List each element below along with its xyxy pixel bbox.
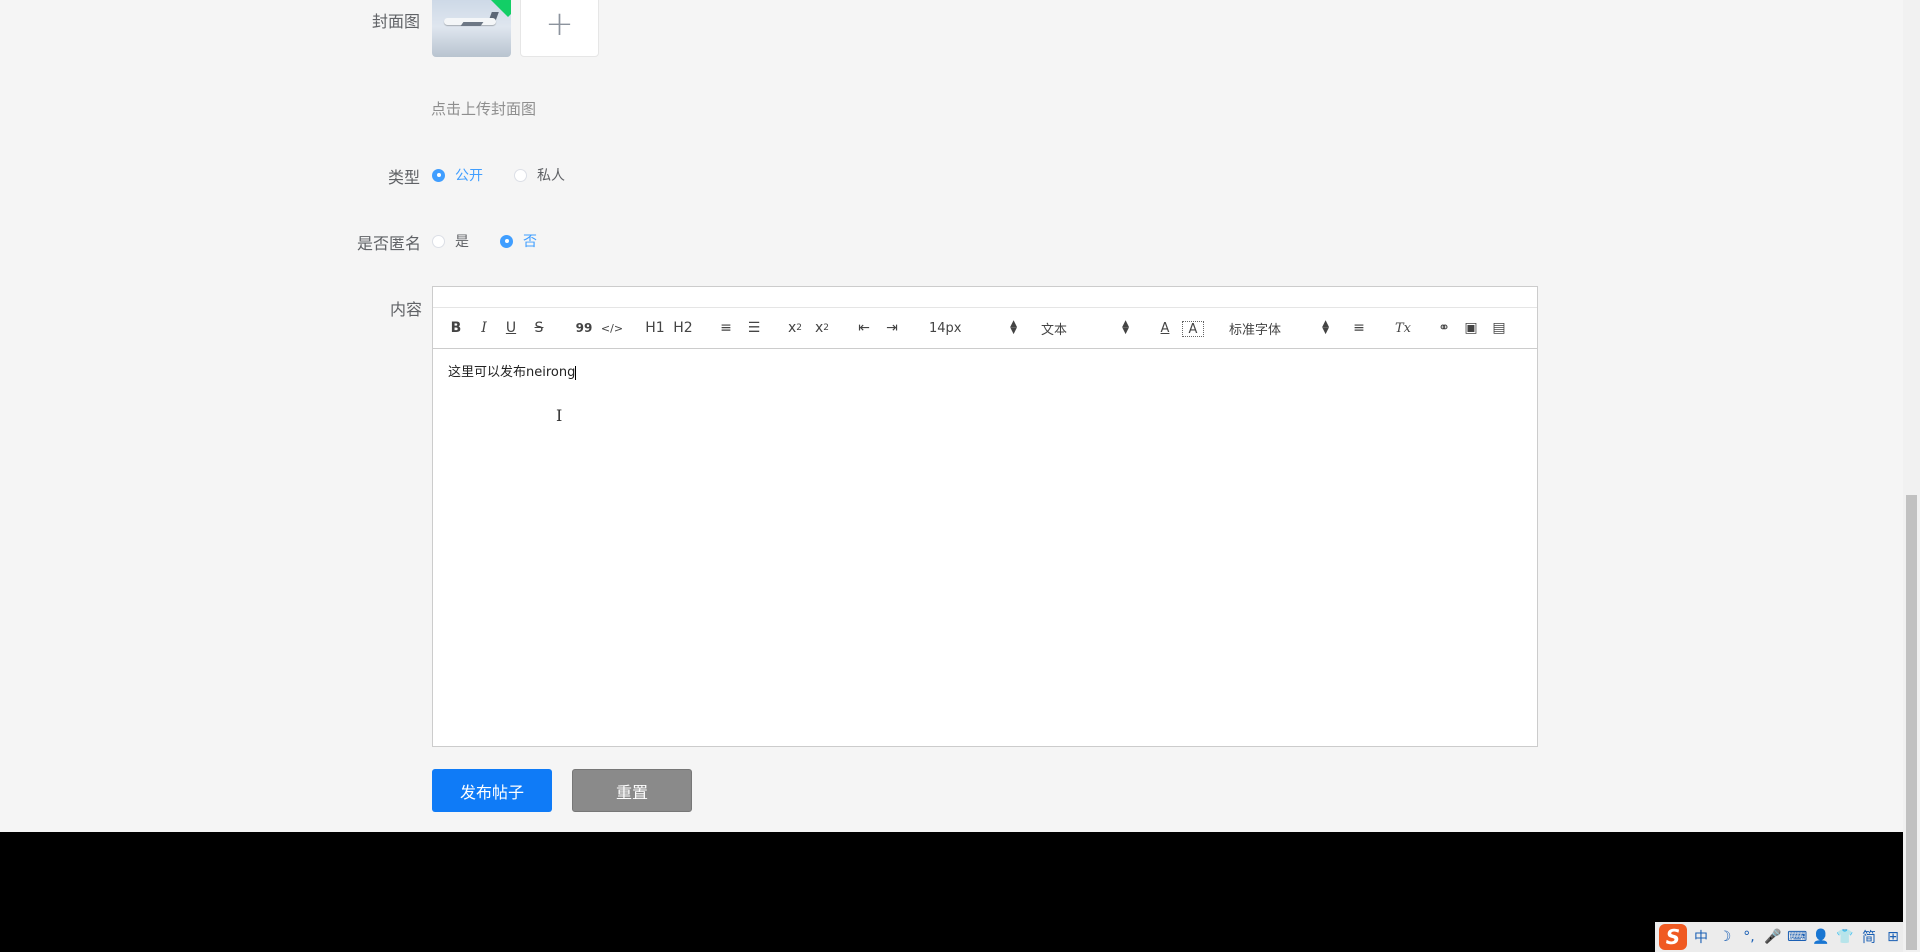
bold-button[interactable]: B	[446, 308, 466, 348]
select-arrows-icon: ▲ ▼	[1122, 319, 1129, 336]
radio-unchecked-icon	[432, 234, 445, 248]
ime-chinese-mode-icon[interactable]: 中	[1691, 927, 1711, 947]
type-radio-private[interactable]: 私人	[514, 165, 565, 185]
ime-punctuation-icon[interactable]: °,	[1739, 929, 1759, 945]
radio-checked-icon	[432, 168, 445, 182]
underline-button[interactable]: U	[501, 308, 521, 348]
link-button[interactable]: ⚭	[1433, 308, 1455, 348]
blockquote-button[interactable]: 99	[572, 308, 596, 348]
plus-icon: +	[545, 3, 574, 44]
cover-image-thumbnail[interactable]	[432, 0, 511, 57]
bullet-list-button[interactable]: ☰	[743, 308, 765, 348]
ime-simplified-icon[interactable]: 简	[1859, 927, 1879, 947]
cover-upload-button[interactable]: +	[520, 0, 599, 57]
code-block-button[interactable]: </>	[599, 308, 625, 348]
image-button[interactable]: ▣	[1460, 308, 1482, 348]
strike-button[interactable]: S	[529, 308, 549, 348]
scrollbar-thumb[interactable]	[1906, 495, 1917, 950]
editor-toolbar: B I U S 99 </> H1 H2 ≡ ☰ x2 x2 ⇤ ⇥ 14px …	[433, 308, 1537, 349]
subscript-button[interactable]: x2	[784, 308, 806, 348]
page-footer	[0, 832, 1903, 952]
font-family-picker[interactable]: 标准字体 ▲ ▼	[1229, 308, 1329, 348]
select-arrows-icon: ▲ ▼	[1010, 319, 1017, 336]
vertical-scrollbar[interactable]	[1903, 0, 1920, 952]
clean-format-button[interactable]: Tx	[1391, 308, 1415, 348]
text-caret	[575, 365, 577, 380]
ordered-list-button[interactable]: ≡	[715, 308, 737, 348]
indent-button[interactable]: ⇥	[881, 308, 903, 348]
ime-menu-icon[interactable]: ⊞	[1883, 929, 1903, 945]
cover-label: 封面图	[371, 12, 420, 31]
select-arrows-icon: ▲ ▼	[1322, 319, 1329, 336]
header-picker[interactable]: 文本 ▲ ▼	[1041, 308, 1129, 348]
ime-moon-icon[interactable]: ☽	[1715, 929, 1735, 945]
superscript-button[interactable]: x2	[811, 308, 833, 348]
anonymous-radio-no[interactable]: 否	[500, 231, 537, 251]
ime-microphone-icon[interactable]: 🎤	[1763, 929, 1783, 945]
ibeam-cursor-icon: I	[556, 406, 563, 425]
editor-content-text: 这里可以发布neirong	[448, 365, 576, 380]
outdent-button[interactable]: ⇤	[853, 308, 875, 348]
publish-post-button[interactable]: 发布帖子	[432, 769, 552, 812]
reset-button[interactable]: 重置	[572, 769, 692, 812]
italic-button[interactable]: I	[474, 308, 494, 348]
text-color-button[interactable]: A	[1155, 308, 1175, 348]
ime-toolbar: S 中 ☽ °, 🎤 ⌨ 👤 👕 简 ⊞	[1655, 922, 1903, 952]
content-label: 内容	[389, 300, 422, 319]
anonymous-radio-yes[interactable]: 是	[432, 231, 469, 251]
radio-checked-icon	[500, 234, 513, 248]
background-color-button[interactable]: A	[1182, 321, 1204, 337]
radio-unchecked-icon	[514, 168, 527, 182]
align-button[interactable]: ≡	[1348, 308, 1370, 348]
header-1-button[interactable]: H1	[643, 308, 667, 348]
type-radio-public[interactable]: 公开	[432, 165, 483, 185]
header-2-button[interactable]: H2	[671, 308, 695, 348]
anonymous-label: 是否匿名	[356, 234, 421, 253]
type-label: 类型	[387, 168, 420, 187]
video-button[interactable]: ▤	[1488, 308, 1510, 348]
ime-skin-icon[interactable]: 👕	[1835, 929, 1855, 945]
ime-keyboard-icon[interactable]: ⌨	[1787, 929, 1807, 945]
font-size-picker[interactable]: 14px ▲ ▼	[929, 308, 1017, 348]
ime-user-icon[interactable]: 👤	[1811, 929, 1831, 945]
editor-content-area[interactable]: 这里可以发布neirong	[433, 349, 1537, 392]
post-form-page: 封面图 + 点击上传封面图 类型 公开 私人 是否匿名 是 否 内容 B I U…	[0, 0, 1903, 832]
rich-text-editor: B I U S 99 </> H1 H2 ≡ ☰ x2 x2 ⇤ ⇥ 14px …	[432, 286, 1538, 747]
sogou-logo-icon[interactable]: S	[1659, 924, 1687, 950]
cover-upload-hint: 点击上传封面图	[431, 100, 537, 118]
